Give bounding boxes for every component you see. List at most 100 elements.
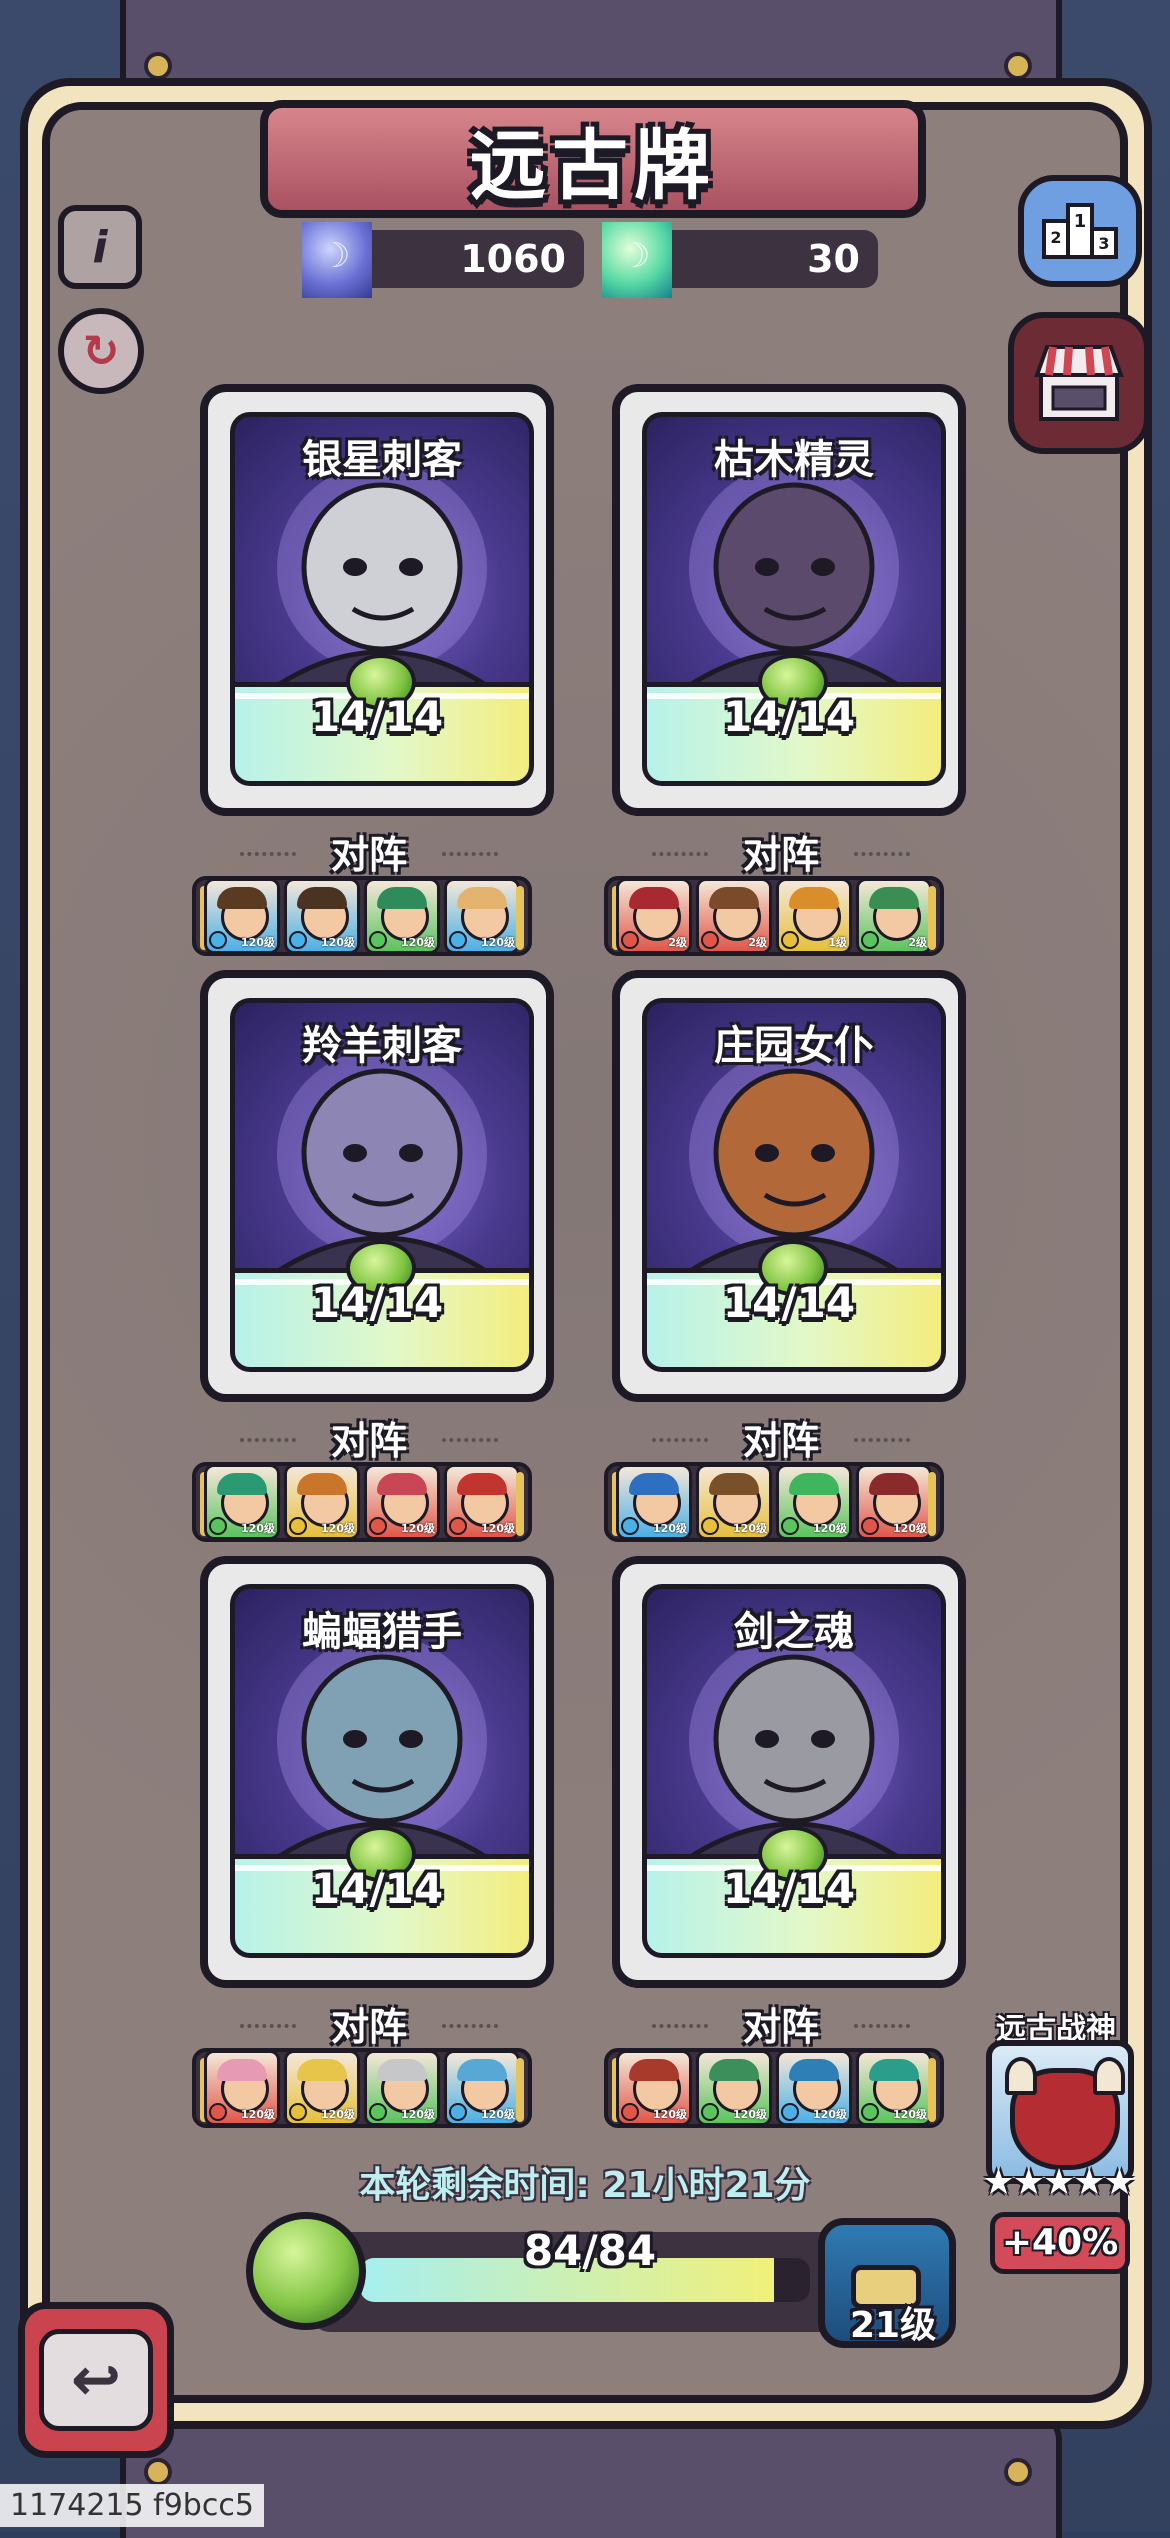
hero-card[interactable]: 银星刺客 14/14 <box>200 384 554 816</box>
opponent-hero-avatar[interactable]: 120级 <box>284 2050 360 2126</box>
hero-hair <box>457 887 507 909</box>
back-arrow-icon: ↩ <box>39 2329 153 2431</box>
opponent-hero-avatar[interactable]: 2级 <box>856 878 932 954</box>
hero-level: 120级 <box>401 936 435 949</box>
opponent-lineup: 2级 2级 1级 2级 <box>604 876 944 956</box>
hero-card[interactable]: 蝙蝠猎手 14/14 <box>200 1556 554 1988</box>
blue-gem-counter: 1060 <box>350 230 584 288</box>
card-name: 庄园女仆 <box>714 1023 874 1069</box>
opponent-hero-avatar[interactable]: 120级 <box>204 1464 280 1540</box>
hero-hair <box>629 2059 679 2081</box>
card-art: 枯木精灵 <box>642 412 946 687</box>
element-icon <box>209 931 227 949</box>
green-gem-icon: ☽ <box>602 222 672 298</box>
ranking-button[interactable]: 1 2 3 <box>1018 175 1142 287</box>
opponent-lineup: 120级 120级 120级 120级 <box>192 876 532 956</box>
hero-level: 120级 <box>321 936 355 949</box>
hero-level: 120级 <box>653 2108 687 2121</box>
timer-label: 本轮剩余时间: <box>359 2165 603 2206</box>
back-button[interactable]: ↩ <box>18 2302 174 2458</box>
hero-level: 1级 <box>828 936 847 949</box>
card-count: 14/14 <box>310 1278 444 1327</box>
element-icon <box>621 2103 639 2121</box>
opponent-hero-avatar[interactable]: 120级 <box>364 2050 440 2126</box>
podium-icon: 1 2 3 <box>1042 203 1118 259</box>
hero-level: 120级 <box>241 936 275 949</box>
card-count: 14/14 <box>722 1278 856 1327</box>
hero-card[interactable]: 枯木精灵 14/14 <box>612 384 966 816</box>
hero-level: 120级 <box>321 1522 355 1535</box>
hero-level: 120级 <box>401 1522 435 1535</box>
war-god-stars: ★★★★★ <box>982 2162 1135 2203</box>
opponent-hero-avatar[interactable]: 120级 <box>696 1464 772 1540</box>
hero-card[interactable]: 羚羊刺客 14/14 <box>200 970 554 1402</box>
element-icon <box>209 2103 227 2121</box>
card-name: 银星刺客 <box>302 437 462 483</box>
element-icon <box>449 931 467 949</box>
hero-hair <box>377 1473 427 1495</box>
hero-level: 120级 <box>893 1522 927 1535</box>
info-button[interactable]: i <box>58 205 142 289</box>
opponent-hero-avatar[interactable]: 120级 <box>616 2050 692 2126</box>
opponent-hero-avatar[interactable]: 120级 <box>284 878 360 954</box>
opponent-hero-avatar[interactable]: 120级 <box>444 1464 520 1540</box>
opponent-hero-avatar[interactable]: 120级 <box>444 878 520 954</box>
hero-hair <box>709 2059 759 2081</box>
opponent-hero-avatar[interactable]: 2级 <box>616 878 692 954</box>
hero-hair <box>789 1473 839 1495</box>
hero-hair <box>457 2059 507 2081</box>
opponent-hero-avatar[interactable]: 120级 <box>776 1464 852 1540</box>
opponent-hero-avatar[interactable]: 120级 <box>856 1464 932 1540</box>
opponent-hero-avatar[interactable]: 120级 <box>444 2050 520 2126</box>
opponent-lineup: 120级 120级 120级 120级 <box>604 1462 944 1542</box>
hero-level: 120级 <box>653 1522 687 1535</box>
opponent-hero-avatar[interactable]: 120级 <box>284 1464 360 1540</box>
card-art: 羚羊刺客 <box>230 998 534 1273</box>
opponent-hero-avatar[interactable]: 2级 <box>696 878 772 954</box>
lineup-label: 对阵 <box>200 1996 538 2051</box>
element-icon <box>449 1517 467 1535</box>
chest-level: 21级 <box>850 2305 937 2346</box>
element-icon <box>621 931 639 949</box>
hero-level: 120级 <box>481 1522 515 1535</box>
card-count: 14/14 <box>722 1864 856 1913</box>
element-icon <box>369 2103 387 2121</box>
refresh-button[interactable]: ↻ <box>58 308 144 394</box>
card-count: 14/14 <box>310 692 444 741</box>
hero-level: 120级 <box>481 936 515 949</box>
opponent-hero-avatar[interactable]: 120级 <box>776 2050 852 2126</box>
element-icon <box>289 2103 307 2121</box>
opponent-lineup: 120级 120级 120级 120级 <box>604 2048 944 2128</box>
hero-hair <box>377 887 427 909</box>
opponent-hero-avatar[interactable]: 120级 <box>204 878 280 954</box>
hero-hair <box>709 1473 759 1495</box>
hero-hair <box>377 2059 427 2081</box>
opponent-hero-avatar[interactable]: 120级 <box>696 2050 772 2126</box>
element-icon <box>781 1517 799 1535</box>
opponent-hero-avatar[interactable]: 120级 <box>364 1464 440 1540</box>
element-icon <box>621 1517 639 1535</box>
element-icon <box>701 2103 719 2121</box>
opponent-hero-avatar[interactable]: 1级 <box>776 878 852 954</box>
blue-gem-icon: ☽ <box>302 222 372 298</box>
rivet-icon <box>144 2458 172 2486</box>
hero-level: 120级 <box>733 1522 767 1535</box>
opponent-hero-avatar[interactable]: 120级 <box>856 2050 932 2126</box>
hero-hair <box>789 2059 839 2081</box>
opponent-hero-avatar[interactable]: 120级 <box>204 2050 280 2126</box>
element-icon <box>861 2103 879 2121</box>
element-icon <box>289 931 307 949</box>
hero-card[interactable]: 剑之魂 14/14 <box>612 1556 966 1988</box>
lineup-label: 对阵 <box>200 824 538 879</box>
shop-button[interactable] <box>1008 312 1150 454</box>
opponent-hero-avatar[interactable]: 120级 <box>364 878 440 954</box>
opponent-hero-avatar[interactable]: 120级 <box>616 1464 692 1540</box>
hero-card[interactable]: 庄园女仆 14/14 <box>612 970 966 1402</box>
refresh-icon: ↻ <box>82 325 120 377</box>
card-name: 蝙蝠猎手 <box>302 1609 462 1655</box>
card-name: 羚羊刺客 <box>302 1023 462 1069</box>
element-icon <box>781 931 799 949</box>
card-art: 庄园女仆 <box>642 998 946 1273</box>
hero-level: 120级 <box>241 2108 275 2121</box>
element-icon <box>861 931 879 949</box>
